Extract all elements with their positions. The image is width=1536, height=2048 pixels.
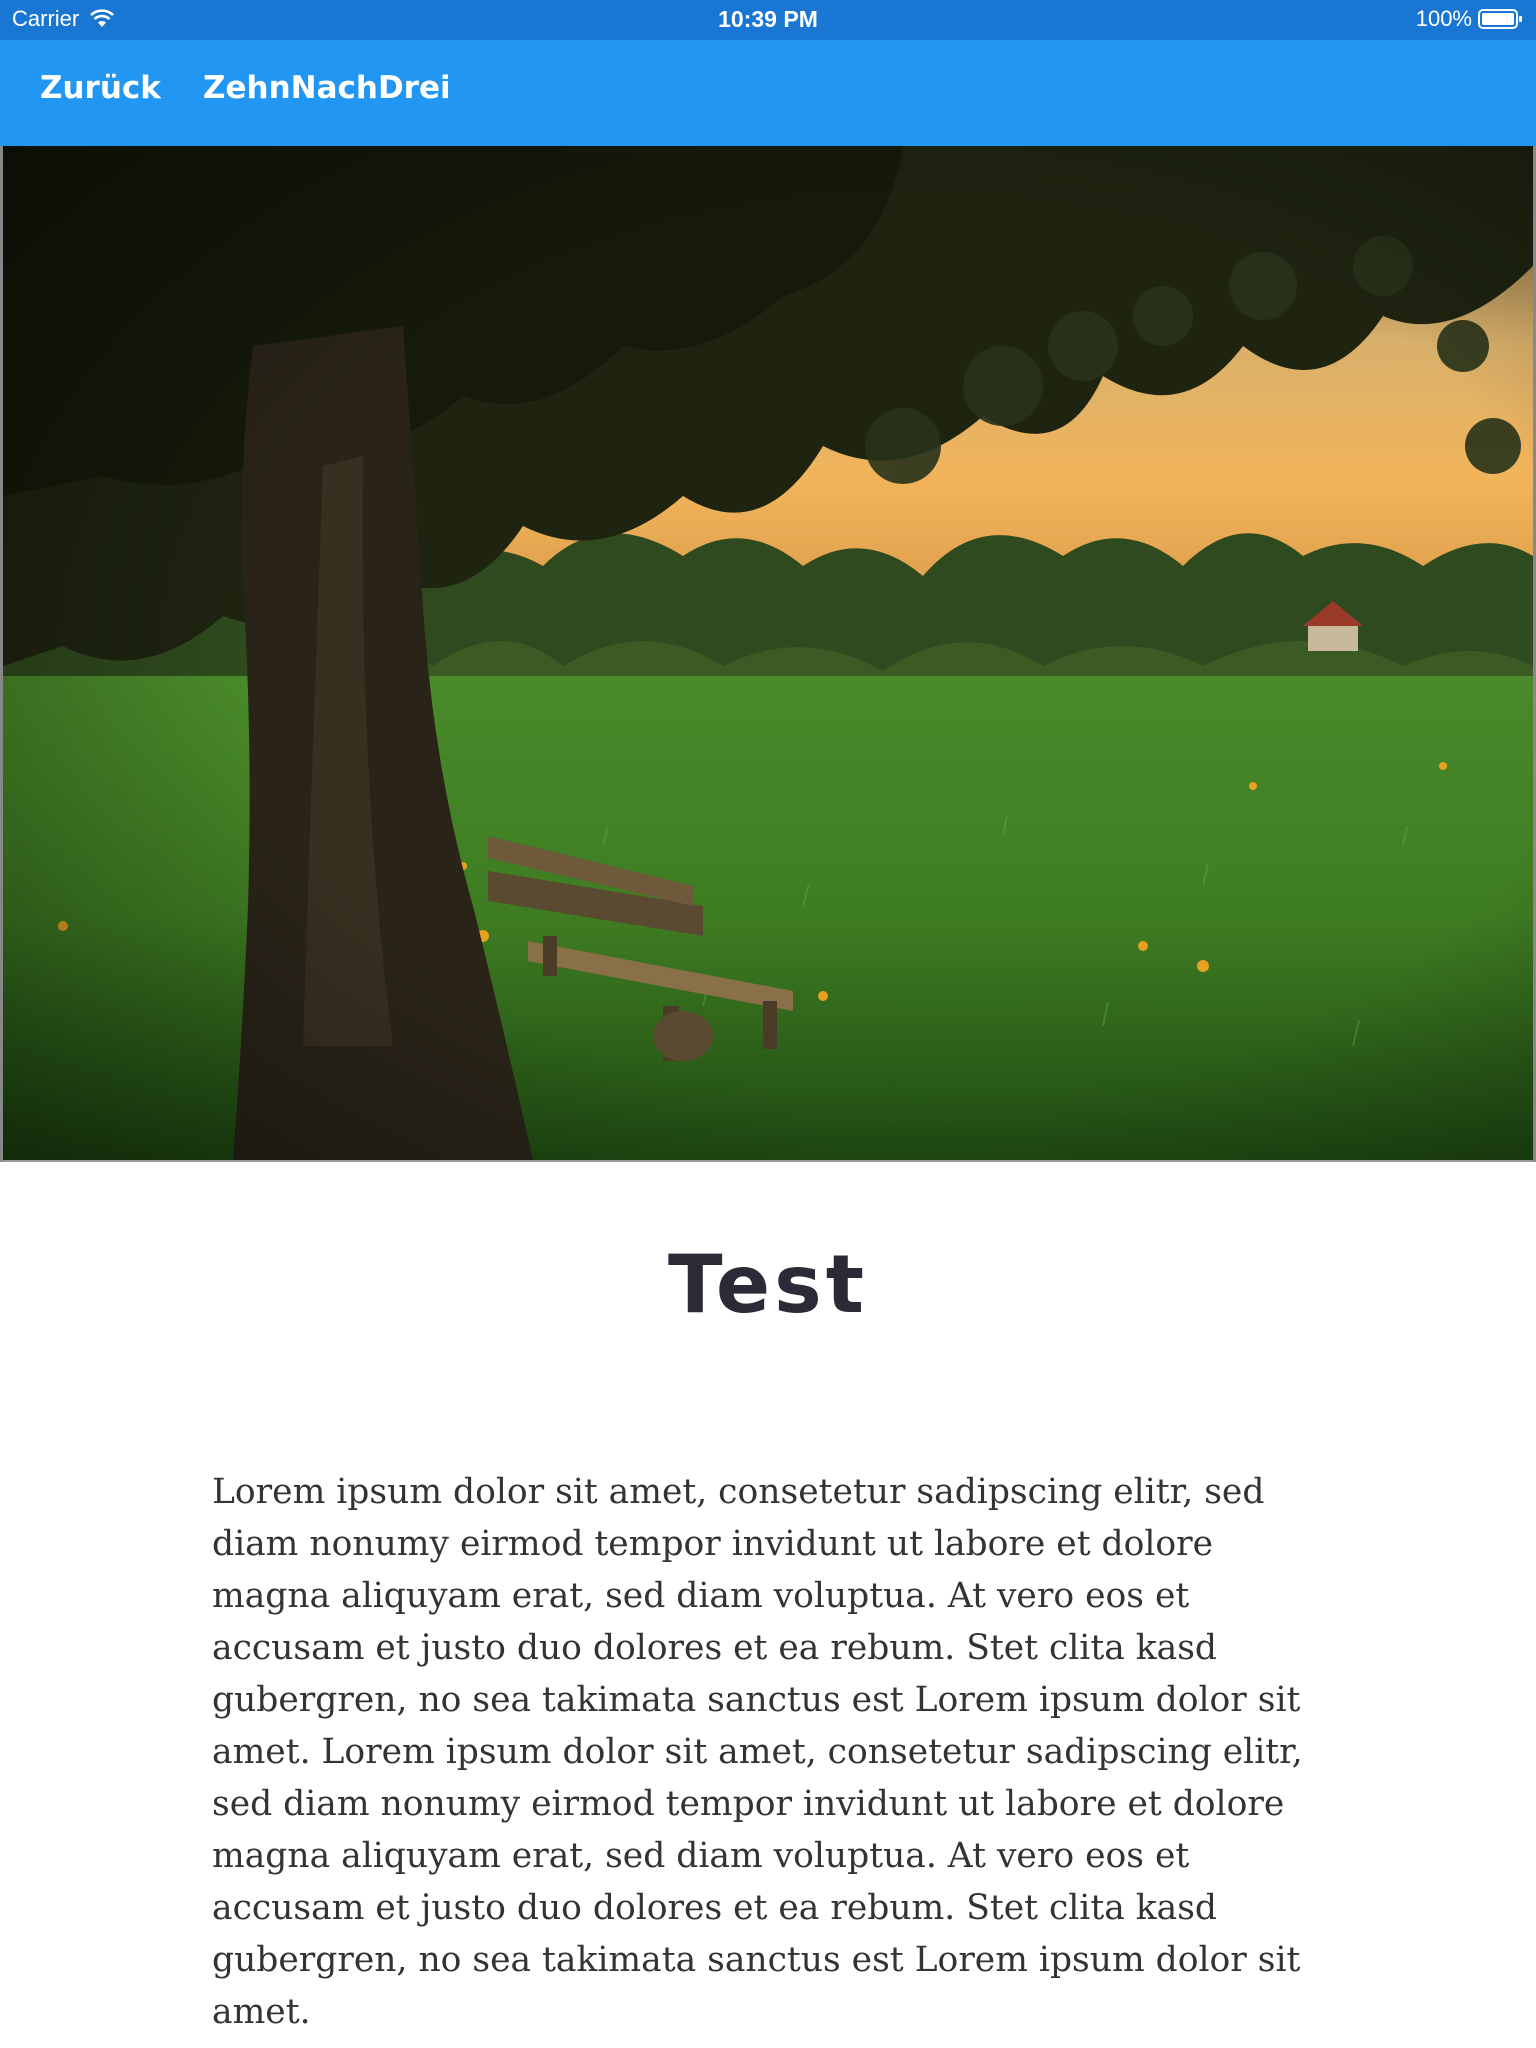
article-title: Test	[667, 1238, 869, 1331]
battery-percent: 100%	[1415, 6, 1472, 31]
status-bar: Carrier 10:39 PM 100%	[0, 0, 1536, 40]
hero-illustration	[3, 146, 1533, 1160]
back-button[interactable]: Zurück	[40, 70, 161, 106]
hero-image	[0, 146, 1536, 1162]
battery-fill	[1482, 13, 1514, 25]
battery-icon	[1478, 8, 1524, 30]
status-time: 10:39 PM	[718, 6, 818, 32]
nav-bar: Zurück ZehnNachDrei	[0, 40, 1536, 146]
nav-title: ZehnNachDrei	[203, 70, 451, 106]
status-right: 100%	[1416, 6, 1524, 32]
article-body: Lorem ipsum dolor sit amet, consetetur s…	[212, 1472, 1303, 2032]
